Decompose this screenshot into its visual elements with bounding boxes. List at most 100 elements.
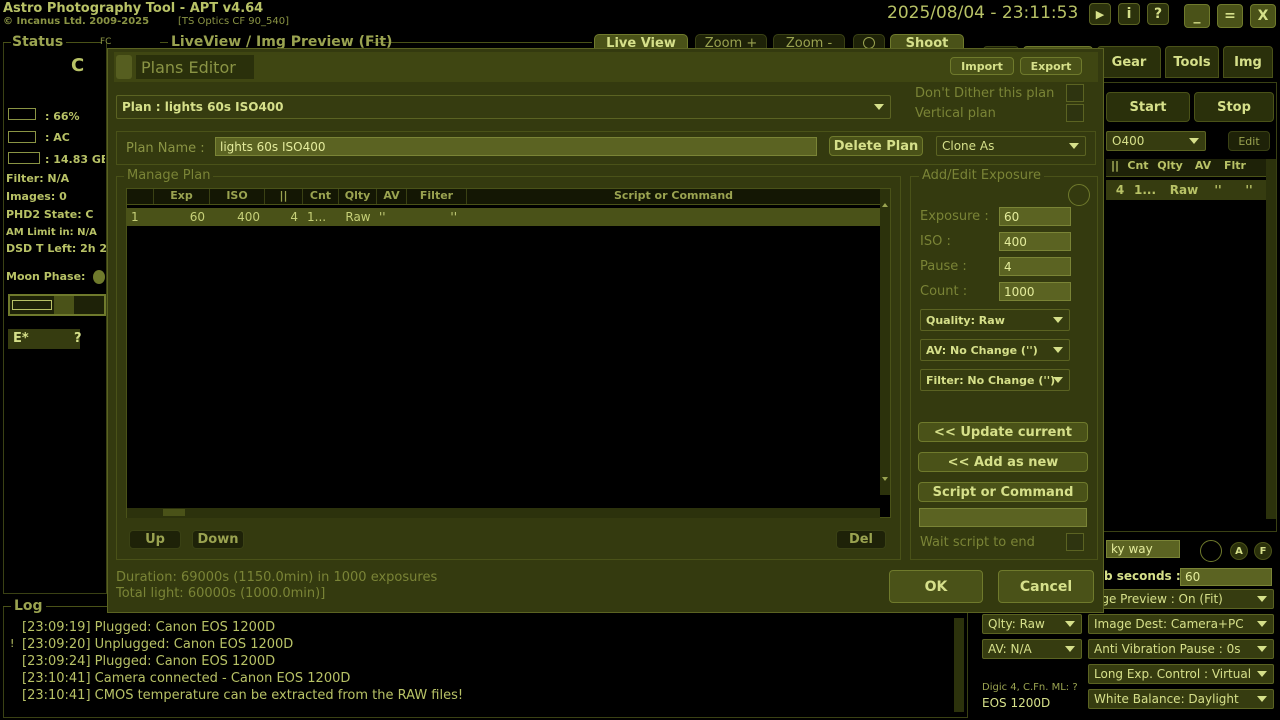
import-button[interactable]: Import xyxy=(950,57,1014,75)
stop-button[interactable]: Stop xyxy=(1194,92,1274,122)
power-icon xyxy=(8,131,36,143)
histogram-mini xyxy=(8,294,106,316)
battery-level: : 66% xyxy=(45,110,80,123)
phd2-state: PHD2 State: C xyxy=(6,208,94,221)
log-marker: ! xyxy=(10,637,15,650)
dialog-title: Plans Editor xyxy=(141,58,236,77)
pause-input[interactable]: 4 xyxy=(999,257,1071,276)
right-plan-scrollbar[interactable] xyxy=(1266,159,1276,519)
anti-vibration-select[interactable]: Anti Vibration Pause : 0s xyxy=(1088,639,1274,659)
refresh-icon[interactable] xyxy=(1068,184,1090,206)
plan-table-hscroll[interactable] xyxy=(127,508,880,518)
plan-table xyxy=(126,188,891,518)
delete-plan-button[interactable]: Delete Plan xyxy=(829,136,923,156)
count-label: Count : xyxy=(920,284,968,299)
right-plan-header: || Cnt Qlty AV Fltr xyxy=(1106,159,1266,177)
plan-name-label: Plan Name : xyxy=(126,141,205,156)
log-line: [23:10:41] Camera connected - Canon EOS … xyxy=(22,671,351,686)
app-title: Astro Photography Tool - APT v4.64 xyxy=(3,1,264,16)
minimize-button[interactable]: _ xyxy=(1184,4,1210,28)
filter-select-dialog[interactable]: Filter: No Change ('') xyxy=(920,369,1070,391)
export-button[interactable]: Export xyxy=(1020,57,1082,75)
plan-table-vscroll[interactable] xyxy=(880,189,890,495)
seconds-label: b seconds : xyxy=(1104,569,1181,583)
move-up-button[interactable]: Up xyxy=(129,530,181,549)
tab-gear[interactable]: Gear xyxy=(1097,46,1161,78)
power-source: : AC xyxy=(45,131,70,144)
tab-tools[interactable]: Tools xyxy=(1165,46,1219,78)
right-plan-row[interactable]: 4 1... Raw '' '' xyxy=(1106,180,1266,200)
dialog-icon xyxy=(116,55,132,79)
laptop-icon xyxy=(8,108,36,120)
moon-icon xyxy=(93,270,105,284)
total-light-info: Total light: 60000s (1000.0min)] xyxy=(116,586,326,601)
rotate-icon[interactable] xyxy=(1200,540,1222,562)
quality-select[interactable]: Qlty: Raw xyxy=(982,614,1082,634)
tab-img[interactable]: Img xyxy=(1223,46,1273,78)
quality-select-dialog[interactable]: Quality: Raw xyxy=(920,309,1070,331)
dont-dither-label: Don't Dither this plan xyxy=(915,86,1055,101)
estar-label: E* xyxy=(13,331,29,346)
add-edit-title: Add/Edit Exposure xyxy=(919,168,1045,183)
copyright: © Incanus Ltd. 2009-2025 xyxy=(3,16,150,27)
am-limit: AM Limit in: N/A xyxy=(6,227,97,238)
table-row[interactable]: 1 60 400 4 1... Raw '' '' xyxy=(127,208,880,226)
help-icon[interactable]: ? xyxy=(1147,3,1169,25)
fc-label: FC xyxy=(100,37,112,47)
script-input[interactable] xyxy=(919,508,1087,527)
plan-combo[interactable]: O400 xyxy=(1106,131,1206,151)
optics-label: [TS Optics CF 90_540] xyxy=(178,16,289,27)
wait-script-label: Wait script to end xyxy=(920,535,1035,550)
dsd-time-left: DSD T Left: 2h 25' xyxy=(6,242,106,255)
status-c: C xyxy=(71,55,85,76)
f-button[interactable]: F xyxy=(1254,542,1272,560)
camera-model: EOS 1200D xyxy=(982,696,1051,710)
plan-select[interactable]: Plan : lights 60s ISO400 xyxy=(116,95,891,119)
add-as-new-button[interactable]: << Add as new xyxy=(918,452,1088,472)
log-line: [23:09:20] Unplugged: Canon EOS 1200D xyxy=(22,637,294,652)
image-preview-select[interactable]: age Preview : On (Fit) xyxy=(1088,589,1274,609)
log-title: Log xyxy=(14,598,43,614)
filter-status: Filter: N/A xyxy=(6,172,70,185)
edit-plan-button[interactable]: Edit xyxy=(1228,131,1270,151)
iso-label: ISO : xyxy=(920,234,951,249)
dont-dither-checkbox[interactable] xyxy=(1066,84,1084,102)
info-icon[interactable]: i xyxy=(1118,3,1140,25)
wait-script-checkbox[interactable] xyxy=(1066,533,1084,551)
av-select-dialog[interactable]: AV: No Change ('') xyxy=(920,339,1070,361)
exposure-input[interactable]: 60 xyxy=(999,207,1071,226)
estar-value: ? xyxy=(74,331,82,346)
update-current-button[interactable]: << Update current xyxy=(918,422,1088,442)
pause-label: Pause : xyxy=(920,259,967,274)
count-input[interactable]: 1000 xyxy=(999,282,1071,301)
exposure-label: Exposure : xyxy=(920,209,989,224)
moon-phase-label: Moon Phase: xyxy=(6,270,86,283)
av-select[interactable]: AV: N/A xyxy=(982,639,1082,659)
vertical-plan-checkbox[interactable] xyxy=(1066,104,1084,122)
iso-input[interactable]: 400 xyxy=(999,232,1071,251)
move-down-button[interactable]: Down xyxy=(192,530,244,549)
a-button[interactable]: A xyxy=(1230,542,1248,560)
duration-info: Duration: 69000s (1150.0min) in 1000 exp… xyxy=(116,570,438,585)
clone-as-select[interactable]: Clone As xyxy=(936,136,1086,156)
close-button[interactable]: X xyxy=(1250,4,1276,28)
restore-button[interactable]: = xyxy=(1217,4,1243,28)
digic-label: Digic 4, C.Fn. ML: ? xyxy=(982,682,1078,693)
seconds-field[interactable]: 60 xyxy=(1180,568,1272,586)
log-lines: [23:09:19] Plugged: Canon EOS 1200D [23:… xyxy=(22,619,463,704)
object-name-field[interactable]: ky way xyxy=(1106,540,1180,558)
start-button[interactable]: Start xyxy=(1106,92,1190,122)
image-dest-select[interactable]: Image Dest: Camera+PC xyxy=(1088,614,1274,634)
play-icon[interactable]: ▶ xyxy=(1089,3,1111,25)
long-exp-select[interactable]: Long Exp. Control : Virtual xyxy=(1088,664,1274,684)
vertical-plan-label: Vertical plan xyxy=(915,106,996,121)
delete-row-button[interactable]: Del xyxy=(836,530,886,549)
script-or-command-button[interactable]: Script or Command xyxy=(918,482,1088,502)
ok-button[interactable]: OK xyxy=(889,570,983,603)
plan-table-header: Exp ISO || Cnt Qlty AV Filter Script or … xyxy=(127,189,880,205)
cancel-button[interactable]: Cancel xyxy=(998,570,1094,603)
white-balance-select[interactable]: White Balance: Daylight xyxy=(1088,689,1274,709)
log-scrollbar[interactable] xyxy=(954,618,964,712)
plan-name-input[interactable]: lights 60s ISO400 xyxy=(215,137,817,156)
manage-plan-title: Manage Plan xyxy=(124,168,214,183)
